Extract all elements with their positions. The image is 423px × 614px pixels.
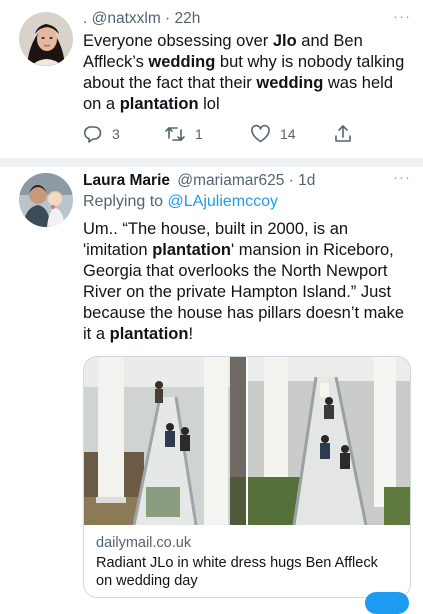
handle-time[interactable]: @mariamar625 · 1d <box>177 172 315 189</box>
retweet-button[interactable]: 1 <box>164 124 203 144</box>
link-title: Radiant JLo in white dress hugs Ben Affl… <box>96 555 378 589</box>
tweet-header: . @natxxlm · 22h <box>83 10 200 28</box>
text-segment: Everyone obsessing over <box>83 32 273 50</box>
action-bar: 3 1 14 <box>0 124 423 144</box>
link-preview-meta: dailymail.co.uk Radiant JLo in white dre… <box>96 535 396 590</box>
text-segment: lol <box>198 95 220 113</box>
like-count: 14 <box>280 126 296 142</box>
replying-prefix: Replying to <box>83 193 168 210</box>
avatar[interactable] <box>19 173 73 227</box>
highlighted-term: plantation <box>152 241 232 259</box>
highlighted-term: wedding <box>148 53 216 71</box>
heart-icon <box>251 124 270 143</box>
tweet-1[interactable]: . @natxxlm · 22h ··· Everyone obsessing … <box>0 0 423 158</box>
replying-to: Replying to @LAjuliemccoy <box>83 193 278 211</box>
text-segment: ! <box>188 325 194 343</box>
handle-time[interactable]: . @natxxlm · 22h <box>83 10 200 27</box>
tweet-header: Laura Marie @mariamar625 · 1d <box>83 172 315 190</box>
retweet-count: 1 <box>195 126 203 142</box>
like-button[interactable]: 14 <box>250 124 296 144</box>
replying-handle-link[interactable]: @LAjuliemccoy <box>168 193 279 210</box>
reply-button[interactable]: 3 <box>83 124 120 144</box>
highlighted-term: wedding <box>256 74 324 92</box>
reply-count: 3 <box>112 126 120 142</box>
share-button[interactable] <box>333 124 353 144</box>
avatar-photo <box>19 12 73 66</box>
avatar[interactable] <box>19 12 73 66</box>
compose-tweet-button[interactable] <box>365 592 409 614</box>
share-icon <box>335 125 351 142</box>
more-options-icon[interactable]: ··· <box>393 8 411 25</box>
more-options-icon[interactable]: ··· <box>393 169 411 186</box>
reply-icon <box>83 126 102 143</box>
avatar-photo <box>19 173 73 227</box>
link-preview-card[interactable]: dailymail.co.uk Radiant JLo in white dre… <box>83 356 411 598</box>
highlighted-term: plantation <box>109 325 189 343</box>
tweet-text: Um.. “The house, built in 2000, is an 'i… <box>83 219 413 345</box>
link-domain: dailymail.co.uk <box>96 535 192 551</box>
retweet-icon <box>165 127 185 141</box>
highlighted-term: plantation <box>119 95 199 113</box>
tweet-text: Everyone obsessing over Jlo and Ben Affl… <box>83 31 411 115</box>
display-name[interactable]: Laura Marie <box>83 172 170 189</box>
highlighted-term: Jlo <box>272 32 297 50</box>
tweet-separator <box>0 158 423 167</box>
link-preview-image <box>84 357 410 525</box>
